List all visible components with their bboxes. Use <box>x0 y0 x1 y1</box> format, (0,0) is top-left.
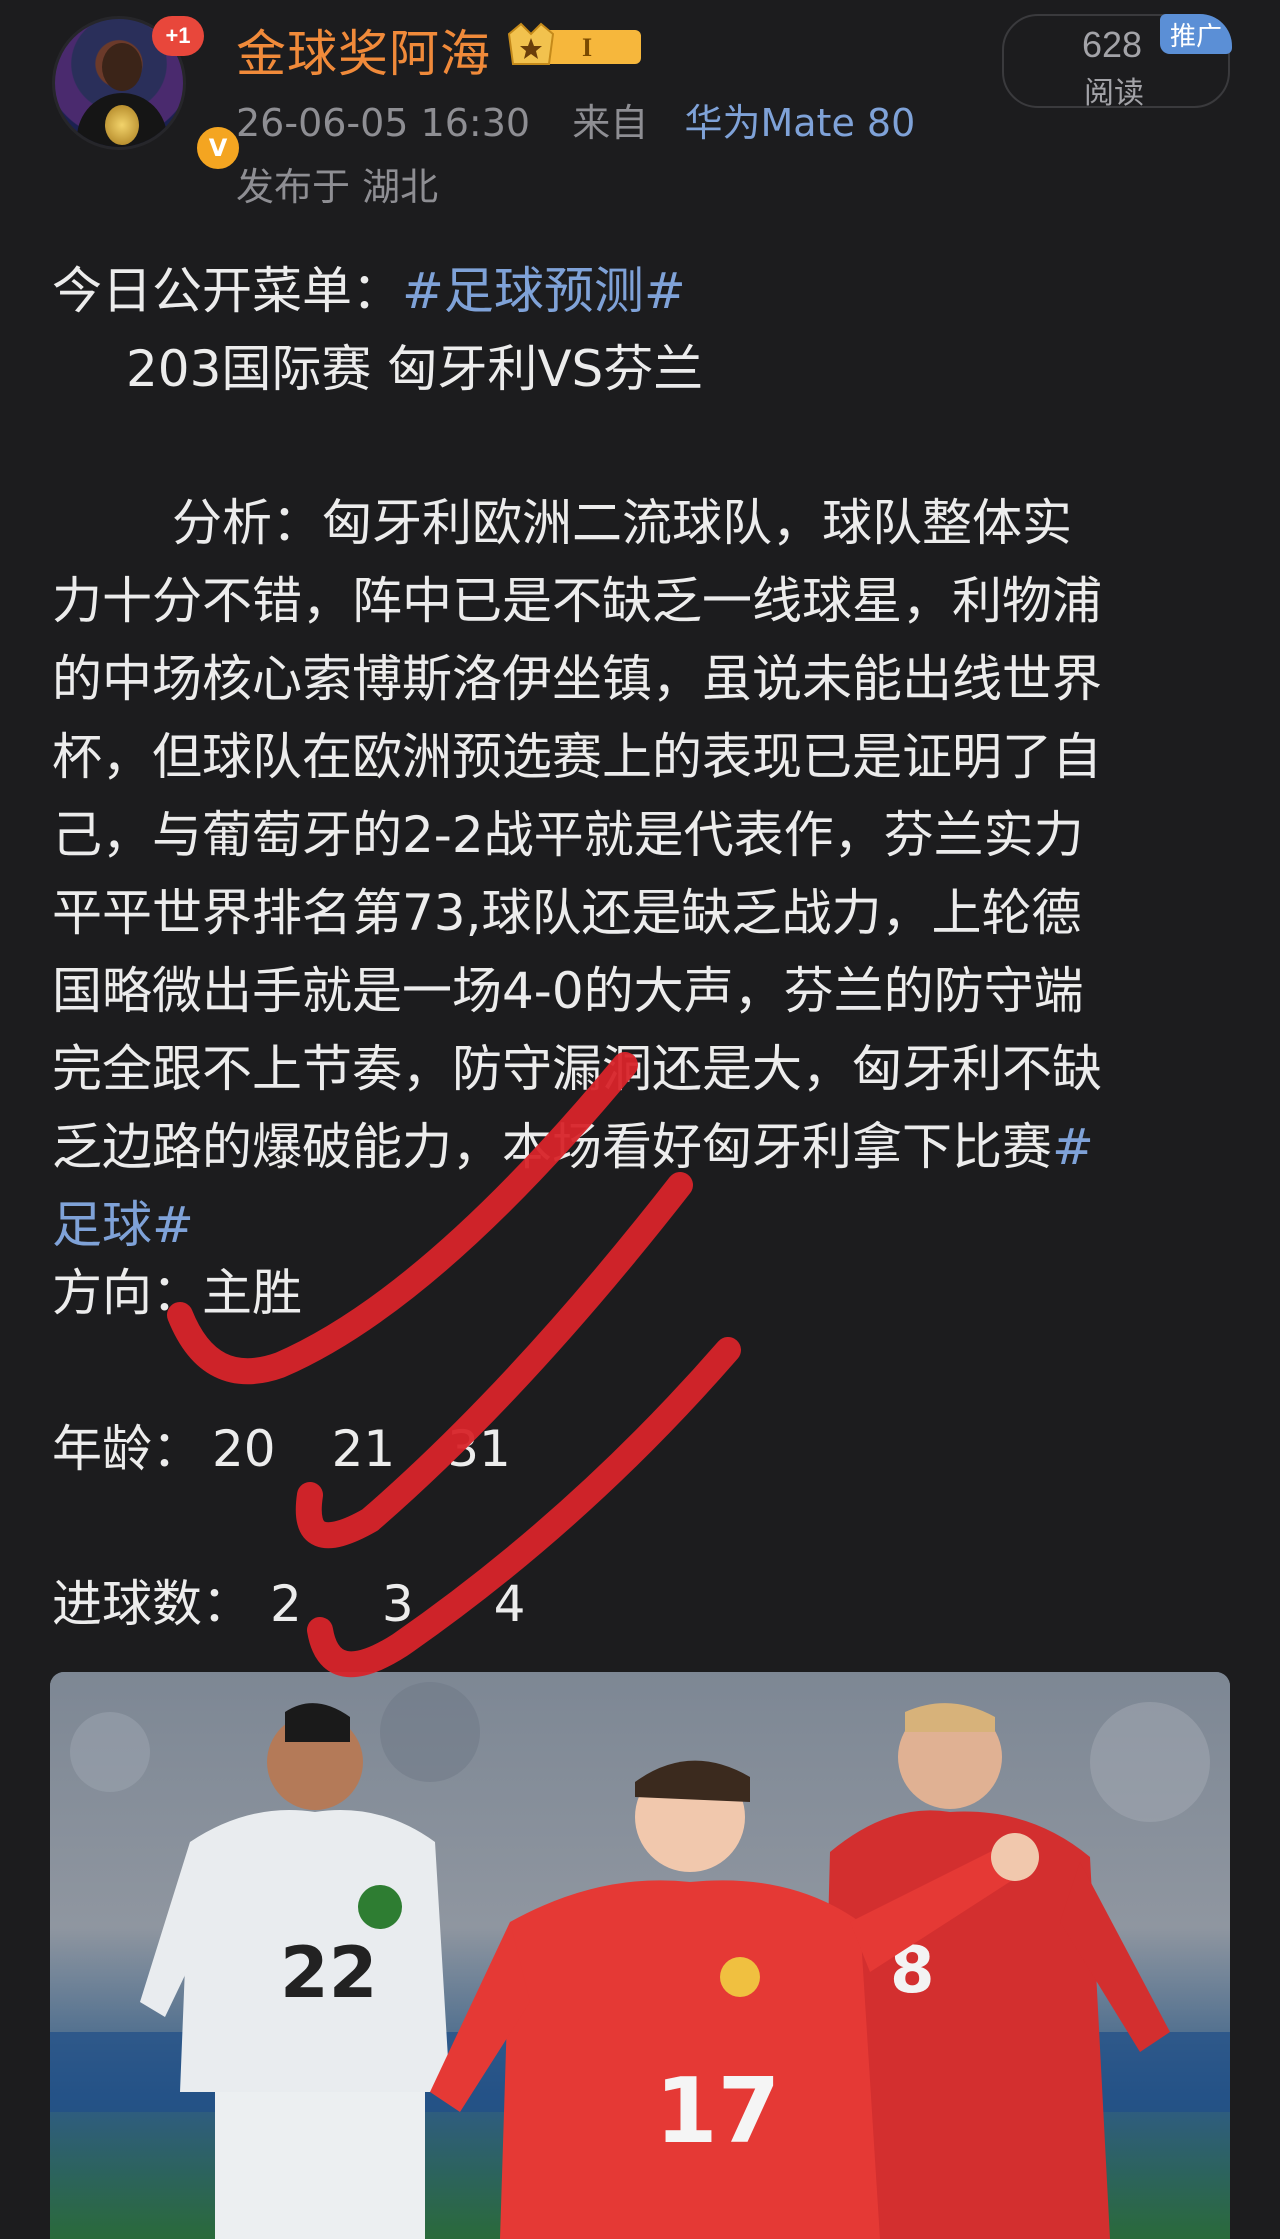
analysis-line: 杯，但球队在欧洲预选赛上的表现已是证明了自 <box>52 728 1102 786</box>
analysis-line: 完全跟不上节奏，防守漏洞还是大，匈牙利不缺 <box>52 1040 1102 1098</box>
goals-line: 进球数： 2 3 4 <box>52 1565 1242 1643</box>
analysis-line: 平平世界排名第73,球队还是缺乏战力，上轮德 <box>52 884 1082 942</box>
crown-level-icon[interactable]: I <box>505 20 645 72</box>
age-value: 20 <box>212 1420 276 1478</box>
goals-value: 4 <box>493 1575 526 1633</box>
match-line: 203国际赛 匈牙利VS芬兰 <box>126 340 704 398</box>
from-label: 来自 <box>572 101 649 145</box>
verified-icon: V <box>194 124 242 172</box>
analysis-line: 乏边路的爆破能力，本场看好匈牙利拿下比赛# <box>52 1118 1094 1176</box>
read-count-pill[interactable]: 628 阅读 推广 <box>1002 14 1232 111</box>
menu-line: 今日公开菜单：#足球预测# <box>52 252 1242 330</box>
direction-label: 方向： <box>52 1264 202 1322</box>
hashtag-football[interactable]: 足球# <box>52 1196 194 1254</box>
jersey-number: 17 <box>655 2059 780 2164</box>
username[interactable]: 金球奖阿海 <box>236 14 491 86</box>
post-location: 发布于 湖北 <box>236 165 439 209</box>
analysis-line: 力十分不错，阵中已是不缺乏一线球星，利物浦 <box>52 572 1102 630</box>
device-link[interactable]: 华为Mate 80 <box>684 101 915 145</box>
menu-prefix: 今日公开菜单： <box>52 262 402 320</box>
notification-badge: +1 <box>152 16 204 56</box>
post-image[interactable]: 22 8 17 <box>50 1672 1230 2239</box>
post-page: +1 V 金球奖阿海 I 26-06-05 16:30 来自 华为Mate 80… <box>0 0 1280 2239</box>
analysis-line: 分析：匈牙利欧洲二流球队，球队整体实 <box>172 494 1072 552</box>
hashtag-football-prediction[interactable]: #足球预测# <box>402 262 686 320</box>
age-value: 21 <box>331 1420 396 1478</box>
goals-label: 进球数： <box>52 1575 252 1633</box>
promo-tag[interactable]: 推广 <box>1160 14 1232 54</box>
level-badge-text: I <box>582 33 592 62</box>
analysis-line: 的中场核心索博斯洛伊坐镇，虽说未能出线世界 <box>52 650 1102 708</box>
analysis-paragraph: 分析：匈牙利欧洲二流球队，球队整体实 力十分不错，阵中已是不缺乏一线球星，利物浦… <box>52 484 1242 1264</box>
avatar[interactable]: +1 V <box>52 16 242 172</box>
football-match-photo: 22 8 17 <box>50 1672 1230 2239</box>
hashtag-football-start[interactable]: # <box>1052 1118 1094 1176</box>
age-label: 年龄： <box>52 1420 202 1478</box>
analysis-line: 己，与葡萄牙的2-2战平就是代表作，芬兰实力 <box>52 806 1084 864</box>
golden-ball-icon <box>105 105 139 145</box>
post-time: 26-06-05 16:30 <box>236 101 531 145</box>
age-value: 31 <box>447 1420 511 1478</box>
goals-value: 3 <box>381 1575 414 1633</box>
analysis-line: 国略微出手就是一场4-0的大声，芬兰的防守端 <box>52 962 1084 1020</box>
goals-value: 2 <box>270 1575 302 1633</box>
jersey-number: 22 <box>280 1932 377 2014</box>
post-meta: 26-06-05 16:30 来自 华为Mate 80 <box>236 92 915 147</box>
read-label: 阅读 <box>1084 76 1144 111</box>
analysis-line: 足球# <box>52 1186 1242 1264</box>
read-count: 628 <box>1082 24 1143 65</box>
direction-line: 方向：主胜 <box>52 1254 1242 1332</box>
direction-value: 主胜 <box>202 1264 302 1322</box>
age-line: 年龄： 20 21 31 <box>52 1410 1242 1488</box>
